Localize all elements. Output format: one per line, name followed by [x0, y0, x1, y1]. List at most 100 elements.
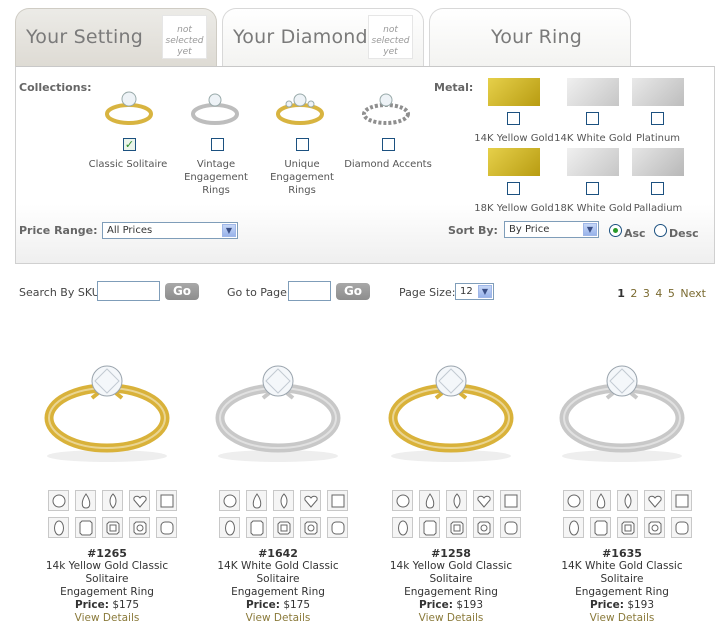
- cushion-shape-icon[interactable]: [156, 517, 177, 538]
- chevron-down-icon[interactable]: ▼: [478, 285, 492, 298]
- metal-checkbox-14k-yellow-gold[interactable]: [507, 112, 520, 125]
- goto-page-label: Go to Page:: [227, 286, 291, 299]
- collection-checkbox-vintage[interactable]: [211, 138, 224, 151]
- search-sku-input[interactable]: [97, 281, 160, 301]
- product-card[interactable]: #1258 14k Yellow Gold Classic Solitaire …: [371, 350, 531, 625]
- goto-page-go-button[interactable]: Go: [336, 283, 370, 300]
- metal-swatch-14k-white-gold[interactable]: [567, 78, 619, 106]
- tab-your-ring[interactable]: Your Ring: [429, 8, 631, 66]
- heart-shape-icon[interactable]: [644, 490, 665, 511]
- sort-desc-radio[interactable]: [654, 224, 667, 237]
- princess-shape-icon[interactable]: [671, 490, 692, 511]
- collection-label-diamond-accents: Diamond Accents: [344, 159, 432, 170]
- product-name-line2: Engagement Ring: [60, 586, 154, 598]
- view-details-link[interactable]: View Details: [371, 612, 531, 625]
- page-link[interactable]: 4: [655, 287, 662, 300]
- marquise-shape-icon[interactable]: [102, 490, 123, 511]
- marquise-shape-icon[interactable]: [446, 490, 467, 511]
- product-ring-image[interactable]: [203, 356, 353, 466]
- pear-shape-icon[interactable]: [75, 490, 96, 511]
- collection-ring-image[interactable]: [189, 87, 241, 127]
- price-value: $175: [112, 599, 140, 611]
- collection-checkbox-diamond-accents[interactable]: [382, 138, 395, 151]
- round-shape-icon[interactable]: [48, 490, 69, 511]
- pear-shape-icon[interactable]: [590, 490, 611, 511]
- metal-checkbox-palladium[interactable]: [651, 182, 664, 195]
- metal-swatch-platinum[interactable]: [632, 78, 684, 106]
- page-size-select[interactable]: 12 ▼: [455, 283, 494, 300]
- collection-ring-image[interactable]: [274, 87, 326, 127]
- radiant-shape-icon[interactable]: [473, 517, 494, 538]
- pear-shape-icon[interactable]: [419, 490, 440, 511]
- princess-shape-icon[interactable]: [327, 490, 348, 511]
- marquise-shape-icon[interactable]: [273, 490, 294, 511]
- collection-checkbox-unique[interactable]: [296, 138, 309, 151]
- sort-asc-radio[interactable]: [609, 224, 622, 237]
- product-card[interactable]: #1642 14K White Gold Classic Solitaire E…: [198, 350, 358, 625]
- sort-by-select[interactable]: By Price ▼: [504, 221, 599, 238]
- round-shape-icon[interactable]: [392, 490, 413, 511]
- page-link[interactable]: 3: [643, 287, 650, 300]
- page-link[interactable]: 2: [630, 287, 637, 300]
- princess-shape-icon[interactable]: [156, 490, 177, 511]
- collection-label-vintage: Vintage Engagement Rings: [184, 159, 248, 196]
- chevron-down-icon[interactable]: ▼: [222, 224, 236, 237]
- oval-shape-icon[interactable]: [392, 517, 413, 538]
- collection-ring-image[interactable]: [360, 87, 412, 127]
- chevron-down-icon[interactable]: ▼: [583, 223, 597, 236]
- emerald-shape-icon[interactable]: [75, 517, 96, 538]
- round-shape-icon[interactable]: [563, 490, 584, 511]
- oval-shape-icon[interactable]: [563, 517, 584, 538]
- metal-checkbox-18k-yellow-gold[interactable]: [507, 182, 520, 195]
- view-details-link[interactable]: View Details: [542, 612, 702, 625]
- tab-your-diamond[interactable]: Your Diamond not selected yet: [222, 8, 424, 66]
- asscher-shape-icon[interactable]: [273, 517, 294, 538]
- metal-swatch-14k-yellow-gold[interactable]: [488, 78, 540, 106]
- search-sku-go-button[interactable]: Go: [165, 283, 199, 300]
- asscher-shape-icon[interactable]: [102, 517, 123, 538]
- radiant-shape-icon[interactable]: [129, 517, 150, 538]
- asscher-shape-icon[interactable]: [446, 517, 467, 538]
- goto-page-input[interactable]: [288, 281, 331, 301]
- cushion-shape-icon[interactable]: [500, 517, 521, 538]
- next-page-link[interactable]: Next: [680, 287, 706, 300]
- radiant-shape-icon[interactable]: [644, 517, 665, 538]
- heart-shape-icon[interactable]: [300, 490, 321, 511]
- metal-checkbox-14k-white-gold[interactable]: [586, 112, 599, 125]
- tab-your-setting[interactable]: Your Setting not selected yet: [15, 8, 217, 66]
- cushion-shape-icon[interactable]: [327, 517, 348, 538]
- metal-swatch-palladium[interactable]: [632, 148, 684, 176]
- collection-ring-image[interactable]: [103, 87, 155, 127]
- princess-shape-icon[interactable]: [500, 490, 521, 511]
- product-info: #1642 14K White Gold Classic Solitaire E…: [198, 547, 358, 625]
- oval-shape-icon[interactable]: [48, 517, 69, 538]
- product-ring-image[interactable]: [547, 356, 697, 466]
- collection-checkbox-classic-solitaire[interactable]: ✓: [123, 138, 136, 151]
- tab-label: Your Diamond: [233, 26, 368, 48]
- emerald-shape-icon[interactable]: [246, 517, 267, 538]
- product-ring-image[interactable]: [376, 356, 526, 466]
- price-range-select[interactable]: All Prices ▼: [102, 222, 238, 239]
- metal-swatch-18k-yellow-gold[interactable]: [488, 148, 540, 176]
- oval-shape-icon[interactable]: [219, 517, 240, 538]
- pear-shape-icon[interactable]: [246, 490, 267, 511]
- metal-checkbox-platinum[interactable]: [651, 112, 664, 125]
- collection-label-classic-solitaire: Classic Solitaire: [88, 159, 168, 170]
- emerald-shape-icon[interactable]: [419, 517, 440, 538]
- view-details-link[interactable]: View Details: [198, 612, 358, 625]
- page-link[interactable]: 5: [668, 287, 675, 300]
- radiant-shape-icon[interactable]: [300, 517, 321, 538]
- cushion-shape-icon[interactable]: [671, 517, 692, 538]
- metal-swatch-18k-white-gold[interactable]: [567, 148, 619, 176]
- heart-shape-icon[interactable]: [473, 490, 494, 511]
- heart-shape-icon[interactable]: [129, 490, 150, 511]
- asscher-shape-icon[interactable]: [617, 517, 638, 538]
- product-card[interactable]: #1635 14K White Gold Classic Solitaire E…: [542, 350, 702, 625]
- metal-checkbox-18k-white-gold[interactable]: [586, 182, 599, 195]
- marquise-shape-icon[interactable]: [617, 490, 638, 511]
- emerald-shape-icon[interactable]: [590, 517, 611, 538]
- view-details-link[interactable]: View Details: [27, 612, 187, 625]
- round-shape-icon[interactable]: [219, 490, 240, 511]
- product-card[interactable]: #1265 14k Yellow Gold Classic Solitaire …: [27, 350, 187, 625]
- product-ring-image[interactable]: [32, 356, 182, 466]
